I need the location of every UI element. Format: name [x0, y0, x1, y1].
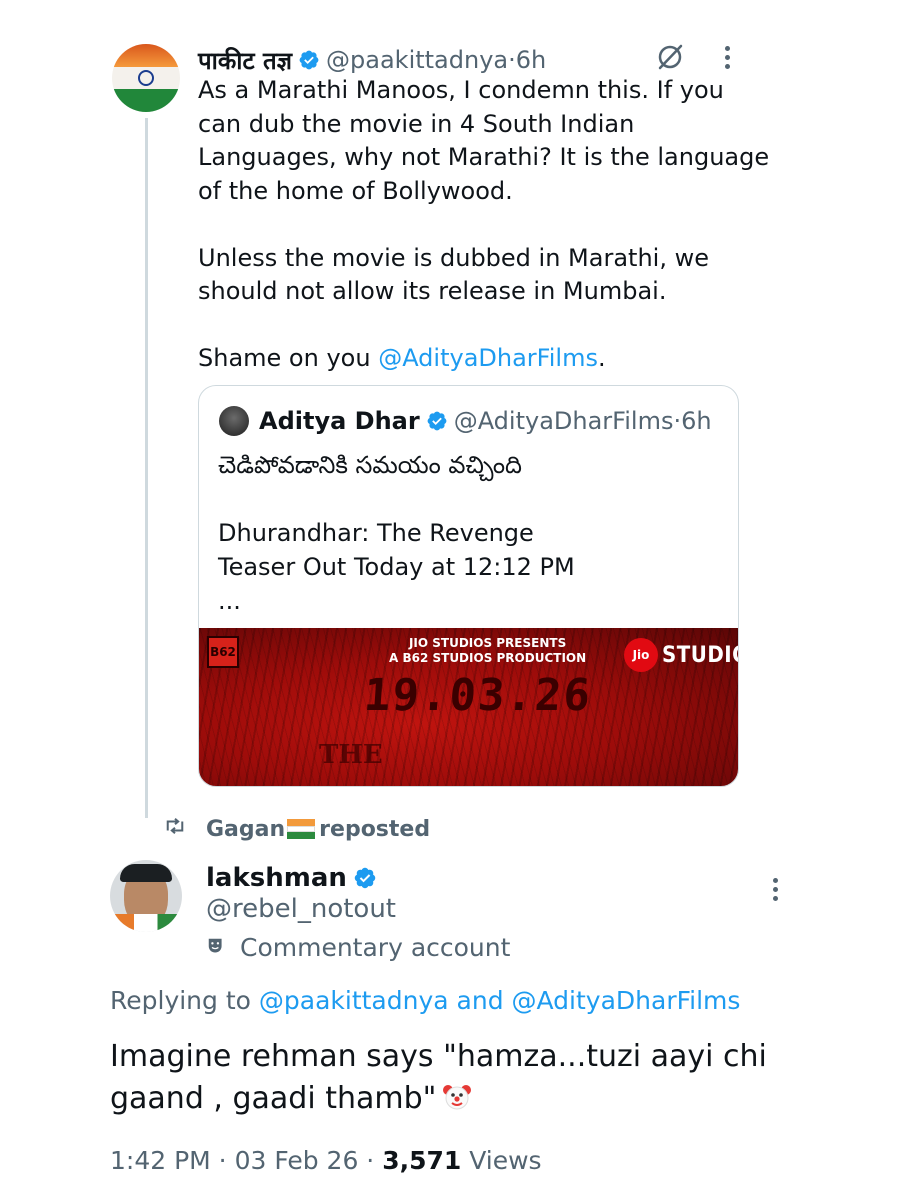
replying-and: and [448, 986, 512, 1015]
tweet-time[interactable]: 6h [516, 46, 546, 74]
tweet-time[interactable]: 1:42 PM [110, 1146, 211, 1175]
flag-green [112, 88, 180, 112]
reply-author-row: lakshman [206, 860, 383, 896]
thread-connector-line [145, 118, 148, 818]
clown-face-emoji [443, 1085, 472, 1110]
meta-separator: · [358, 1146, 383, 1175]
verified-badge-icon [299, 50, 319, 70]
tweet-paragraph-shame: Shame on you @AdityaDharFilms. [198, 342, 798, 376]
quote-ellipsis: ... [218, 587, 241, 615]
quote-title-lines: Dhurandhar: The Revenge Teaser Out Today… [218, 519, 575, 581]
avatar-cap [120, 864, 172, 882]
release-date: 19.03.26 [362, 670, 594, 721]
replying-prefix: Replying to [110, 986, 259, 1015]
quote-avatar[interactable] [219, 406, 249, 436]
studios-text: STUDIOS [662, 642, 738, 668]
replying-to-line: Replying to @paakittadnya and @AdityaDha… [110, 986, 740, 1015]
author-name[interactable]: पाकीट तज्ञ [198, 44, 292, 77]
quote-author-handle[interactable]: @AdityaDharFilms [454, 407, 674, 435]
reply-author-name[interactable]: lakshman [206, 863, 347, 893]
mention-link[interactable]: @AdityaDharFilms [378, 344, 598, 372]
tweet-paragraph: As a Marathi Manoos, I condemn this. If … [198, 76, 770, 205]
reply-text: Imagine rehman says "hamza...tuzi aayi c… [110, 1039, 767, 1116]
quote-media-image[interactable]: B62 JIO STUDIOS PRESENTS A B62 STUDIOS P… [199, 628, 738, 786]
commentary-account-label[interactable]: Commentary account [206, 930, 510, 964]
tweet-date[interactable]: 03 Feb 26 [235, 1146, 359, 1175]
grok-icon[interactable] [655, 42, 685, 72]
shame-period: . [597, 344, 606, 372]
presents-credit: JIO STUDIOS PRESENTS A B62 STUDIOS PRODU… [389, 636, 586, 666]
b62-logo: B62 [207, 636, 239, 668]
theater-mask-icon [208, 938, 222, 953]
chakra-icon [138, 70, 154, 86]
quote-body: చెడిపోవడానికి సమయం వచ్చింది Dhurandhar: … [218, 448, 718, 618]
time-separator: · [508, 46, 516, 74]
views-label: Views [461, 1146, 542, 1175]
avatar[interactable] [110, 860, 182, 932]
flag-saffron [112, 44, 180, 68]
tweet-paragraph: Unless the movie is dubbed in Marathi, w… [198, 243, 709, 306]
tweet-header: पाकीट तज्ञ @paakittadnya · 6h [198, 44, 546, 76]
more-vertical-icon[interactable] [770, 876, 780, 902]
views-count[interactable]: 3,571 [382, 1146, 461, 1175]
author-handle[interactable]: @paakittadnya [326, 46, 508, 74]
verified-badge-icon [427, 411, 447, 431]
reply-author-handle[interactable]: @rebel_notout [206, 894, 396, 924]
shame-text: Shame on you [198, 344, 379, 372]
avatar-shirt [110, 914, 182, 932]
commentary-text: Commentary account [240, 932, 511, 962]
quote-author-name[interactable]: Aditya Dhar [259, 407, 420, 435]
tweet-metadata: 1:42 PM · 03 Feb 26 · 3,571 Views [110, 1146, 542, 1175]
time-separator: · [673, 407, 682, 435]
india-flag-emoji [287, 819, 316, 839]
quote-time[interactable]: 6h [681, 407, 711, 435]
avatar[interactable] [112, 44, 180, 112]
quote-header: Aditya Dhar @AdityaDharFilms · 6h [259, 404, 712, 438]
jio-badge: Jio [624, 638, 658, 672]
presents-line2: A B62 STUDIOS PRODUCTION [389, 651, 587, 665]
verified-badge-icon [354, 867, 376, 889]
reply-body: Imagine rehman says "hamza...tuzi aayi c… [110, 1036, 810, 1120]
repost-user[interactable]: Gagan [206, 817, 285, 842]
more-vertical-icon[interactable] [722, 44, 732, 70]
repost-indicator[interactable]: Gagan reposted [206, 814, 430, 844]
repost-label: reposted [319, 816, 431, 842]
jio-studios-logo: Jio STUDIOS [624, 638, 738, 672]
meta-separator: · [210, 1146, 235, 1175]
mention-link[interactable]: @AdityaDharFilms [512, 986, 741, 1015]
presents-line1: JIO STUDIOS PRESENTS [408, 636, 567, 650]
quoted-tweet-card[interactable]: Aditya Dhar @AdityaDharFilms · 6h చెడిపో… [198, 385, 739, 787]
mention-link[interactable]: @paakittadnya [259, 986, 449, 1015]
tweet-body: As a Marathi Manoos, I condemn this. If … [198, 74, 798, 409]
quote-telugu-line: చెడిపోవడానికి సమయం వచ్చింది [218, 451, 522, 479]
partial-title: THE [319, 740, 383, 770]
repost-icon [166, 817, 184, 835]
